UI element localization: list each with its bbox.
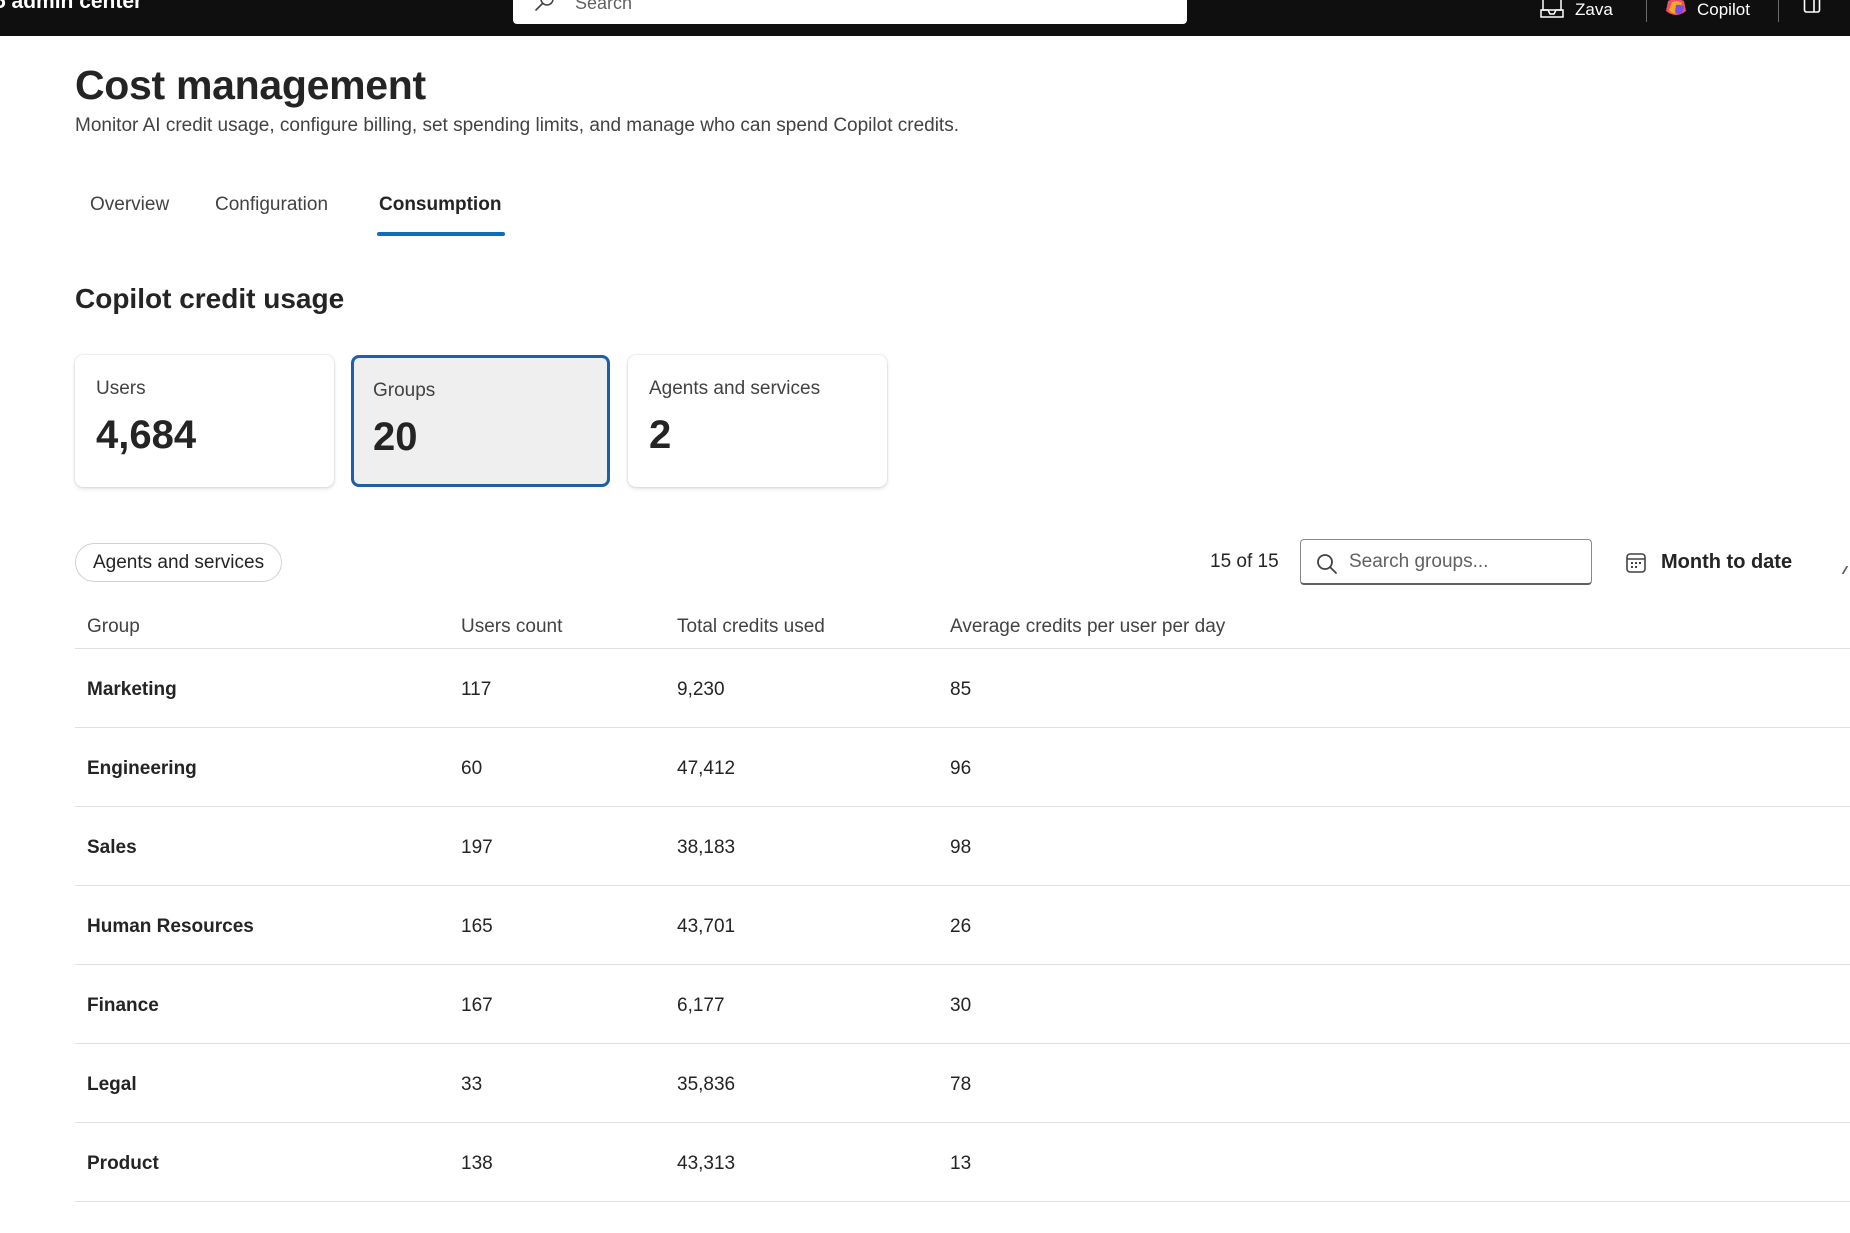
table-row[interactable]: Sales 197 38,183 98 xyxy=(75,807,1850,886)
users-count: 33 xyxy=(461,1074,483,1095)
users-count: 165 xyxy=(461,916,493,937)
avg-credits: 85 xyxy=(950,679,972,700)
column-header-group[interactable]: Group xyxy=(87,616,140,638)
topbar-divider xyxy=(1646,0,1647,22)
avg-credits: 98 xyxy=(950,837,972,858)
total-credits: 47,412 xyxy=(677,758,736,779)
table-row[interactable]: Human Resources 165 43,701 26 xyxy=(75,886,1850,965)
topbar-divider xyxy=(1778,0,1779,22)
column-header-total-credits[interactable]: Total credits used xyxy=(677,616,825,638)
group-name: Product xyxy=(87,1153,159,1174)
groups-card-label: Groups xyxy=(373,380,436,401)
total-credits: 9,230 xyxy=(677,679,725,700)
active-tab-indicator xyxy=(377,232,505,236)
avg-credits: 26 xyxy=(950,916,972,937)
users-card-value: 4,684 xyxy=(96,413,197,457)
avg-credits: 30 xyxy=(950,995,972,1016)
column-header-avg-credits[interactable]: Average credits per user per day xyxy=(950,616,1225,638)
global-search-box[interactable]: Search xyxy=(513,0,1187,24)
tab-overview[interactable]: Overview xyxy=(90,194,169,216)
search-icon xyxy=(1317,554,1337,574)
table-row[interactable]: Marketing 117 9,230 85 xyxy=(75,649,1850,728)
table-row[interactable]: Finance 167 6,177 30 xyxy=(75,965,1850,1044)
users-card-label: Users xyxy=(96,378,146,399)
users-count: 167 xyxy=(461,995,493,1016)
copilot-icon xyxy=(1666,0,1686,15)
total-credits: 35,836 xyxy=(677,1074,736,1095)
organization-icon xyxy=(1540,0,1564,18)
avg-credits: 78 xyxy=(950,1074,972,1095)
date-range-label: Month to date xyxy=(1661,551,1793,573)
agents-services-card-value: 2 xyxy=(649,413,672,457)
group-name: Human Resources xyxy=(87,916,254,937)
agents-services-filter-pill[interactable]: Agents and services xyxy=(75,543,283,582)
avg-credits: 96 xyxy=(950,758,972,779)
users-card[interactable]: Users 4,684 xyxy=(75,355,334,487)
group-name: Engineering xyxy=(87,758,197,779)
agents-services-card-label: Agents and services xyxy=(649,378,821,399)
global-search-placeholder: Search xyxy=(575,0,633,13)
copilot-label: Copilot xyxy=(1697,0,1750,19)
calendar-icon xyxy=(1626,553,1646,573)
avg-credits: 13 xyxy=(950,1153,972,1174)
table-row[interactable]: Product 138 43,313 13 xyxy=(75,1123,1850,1202)
org-name: Zava xyxy=(1575,0,1613,19)
result-count: 15 of 15 xyxy=(1210,551,1279,572)
group-name: Marketing xyxy=(87,679,177,700)
total-credits: 38,183 xyxy=(677,837,736,858)
total-credits: 43,313 xyxy=(677,1153,736,1174)
users-count: 117 xyxy=(461,679,492,700)
group-search-input[interactable] xyxy=(1349,548,1579,576)
group-search-box[interactable] xyxy=(1300,539,1592,585)
group-name: Finance xyxy=(87,995,159,1016)
tab-configuration[interactable]: Configuration xyxy=(215,194,328,216)
agents-services-card[interactable]: Agents and services 2 xyxy=(628,355,887,487)
groups-card-value: 20 xyxy=(373,415,418,459)
app-title[interactable]: 5 admin center xyxy=(0,0,142,14)
users-count: 197 xyxy=(461,837,493,858)
tab-consumption[interactable]: Consumption xyxy=(379,194,501,216)
groups-card[interactable]: Groups 20 xyxy=(351,355,610,487)
table-row[interactable]: Legal 33 35,836 78 xyxy=(75,1044,1850,1123)
more-options-icon[interactable] xyxy=(1841,566,1850,574)
table-row[interactable]: Engineering 60 47,412 96 xyxy=(75,728,1850,807)
groups-table: Group Users count Total credits used Ave… xyxy=(75,606,1850,1202)
page-description: Monitor AI credit usage, configure billi… xyxy=(75,115,959,136)
panel-icon[interactable] xyxy=(1803,0,1821,14)
section-title: Copilot credit usage xyxy=(75,283,345,314)
users-count: 60 xyxy=(461,758,483,779)
group-name: Legal xyxy=(87,1074,137,1095)
group-name: Sales xyxy=(87,837,137,858)
search-icon xyxy=(535,0,554,11)
page-title: Cost management xyxy=(75,62,426,108)
total-credits: 6,177 xyxy=(677,995,725,1016)
top-app-bar: 5 admin center Search Zava Copilot xyxy=(0,0,1850,36)
table-header-row: Group Users count Total credits used Ave… xyxy=(75,606,1850,649)
column-header-users-count[interactable]: Users count xyxy=(461,616,562,638)
users-count: 138 xyxy=(461,1153,493,1174)
total-credits: 43,701 xyxy=(677,916,736,937)
